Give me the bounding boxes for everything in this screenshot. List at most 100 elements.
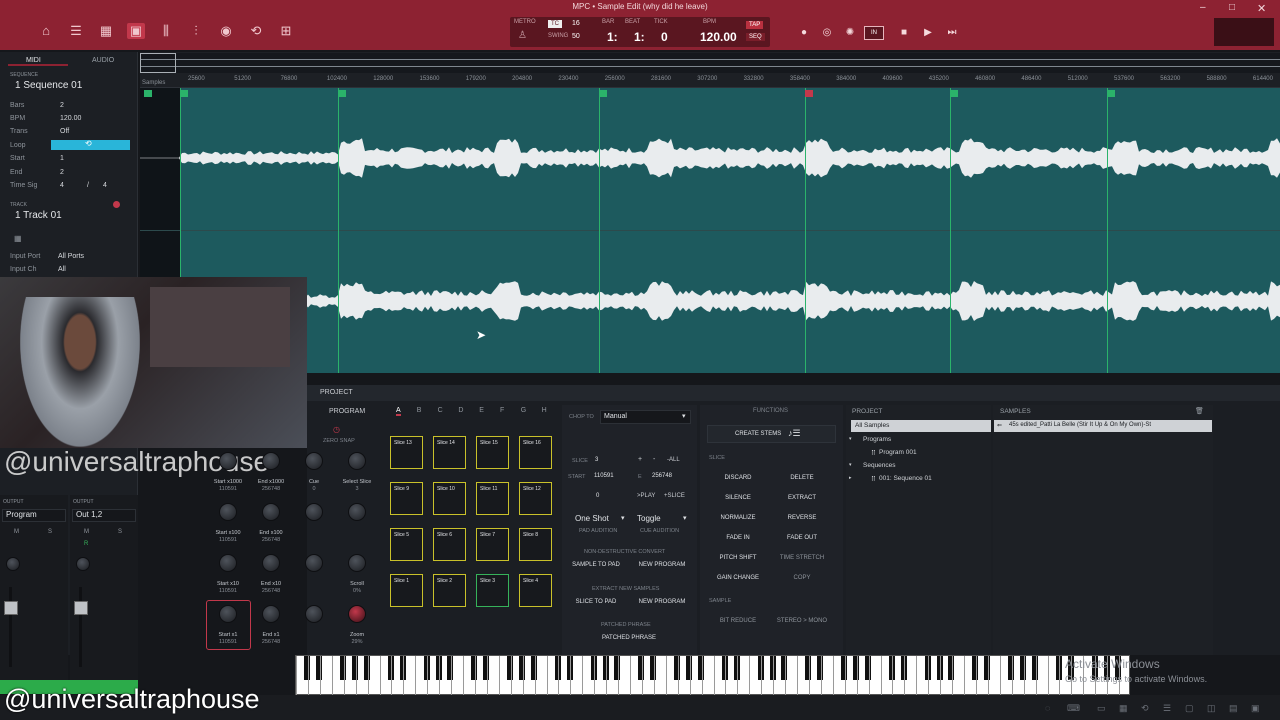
piano-keyboard[interactable] (295, 655, 1130, 696)
mute-button-2[interactable]: M (84, 529, 89, 535)
parameter-knob[interactable] (262, 554, 280, 572)
white-key[interactable] (307, 656, 309, 696)
white-key[interactable] (534, 656, 536, 696)
white-key[interactable] (463, 656, 464, 696)
white-key[interactable] (522, 656, 524, 696)
white-key[interactable] (558, 656, 560, 696)
parameter-knob[interactable] (348, 554, 366, 572)
white-key[interactable] (940, 656, 942, 696)
slice-number[interactable]: 3 (595, 457, 598, 463)
undo-history-icon[interactable]: ⟲ (1141, 703, 1149, 714)
white-key[interactable] (880, 656, 882, 696)
slice-marker-line[interactable] (805, 88, 806, 373)
mute-button-1[interactable]: M (14, 529, 19, 535)
extract-button[interactable]: EXTRACT (772, 491, 832, 505)
record-target-icon[interactable]: ◉ (217, 23, 235, 39)
white-key[interactable] (713, 656, 715, 696)
all-samples-row[interactable]: All Samples (851, 420, 991, 432)
slice-marker-flag[interactable] (338, 90, 346, 97)
copy-button[interactable]: COPY (772, 571, 832, 585)
zero-snap-icon[interactable]: ◷ (333, 425, 340, 434)
slice-marker-line[interactable] (1107, 88, 1108, 373)
output-select-2[interactable]: Out 1,2 (72, 509, 136, 522)
trash-icon[interactable]: 🗑 (1195, 407, 1204, 415)
metronome-icon[interactable]: ♙ (518, 30, 527, 41)
parameter-knob[interactable] (219, 452, 237, 470)
parameter-knob[interactable] (305, 503, 323, 521)
pad[interactable]: Slice 4 (519, 574, 552, 607)
mixer-view-icon[interactable]: ▤ (1229, 703, 1238, 714)
start-marker-flag[interactable] (144, 90, 152, 97)
white-key[interactable] (391, 656, 393, 696)
normalize-button[interactable]: NORMALIZE (708, 511, 768, 525)
white-key[interactable] (427, 656, 429, 696)
overdub-button[interactable]: ◎ (820, 26, 834, 40)
tree-programs[interactable]: Programs (863, 436, 891, 443)
plugin-icon[interactable]: ⊞ (277, 23, 295, 39)
bank-button[interactable]: B (417, 407, 422, 414)
pad[interactable]: Slice 1 (390, 574, 423, 607)
tc-label[interactable]: TC (548, 20, 562, 28)
white-key[interactable] (916, 656, 918, 696)
white-key[interactable] (1047, 656, 1049, 696)
waveform-overview[interactable] (140, 53, 1280, 73)
time-stretch-button[interactable]: TIME STRETCH (772, 551, 832, 565)
white-key[interactable] (820, 656, 822, 696)
play-button[interactable]: ▶ (921, 26, 935, 40)
in-button[interactable]: IN (864, 26, 884, 40)
new-program-button-2[interactable]: NEW PROGRAM (632, 595, 692, 609)
bank-button[interactable]: D (458, 407, 463, 414)
white-key[interactable] (761, 656, 763, 696)
pad[interactable]: Slice 11 (476, 482, 509, 515)
expand-sequence-icon[interactable]: ▸ (849, 475, 852, 481)
gain-change-button[interactable]: GAIN CHANGE (708, 571, 768, 585)
slice-plus-button[interactable]: + (638, 456, 642, 463)
pad[interactable]: Slice 7 (476, 528, 509, 561)
white-key[interactable] (355, 656, 357, 696)
white-key[interactable] (498, 656, 500, 696)
white-key[interactable] (641, 656, 643, 696)
add-slice-button[interactable]: +SLICE (664, 493, 685, 499)
parameter-knob[interactable] (219, 503, 237, 521)
bank-button[interactable]: F (500, 407, 504, 414)
pad[interactable]: Slice 12 (519, 482, 552, 515)
parameter-knob[interactable] (262, 503, 280, 521)
bar-value[interactable]: 1: (607, 30, 618, 44)
pad[interactable]: Slice 16 (519, 436, 552, 469)
minimize-icon[interactable]: – (1200, 2, 1206, 13)
expand-sequences-icon[interactable]: ▾ (849, 462, 852, 468)
volume-fader-1[interactable] (4, 601, 18, 615)
keyboard-icon[interactable]: ⌨ (1067, 703, 1080, 714)
slice-tail-value[interactable]: 0 (596, 493, 599, 499)
slice-marker-flag[interactable] (950, 90, 958, 97)
grid-view-icon[interactable]: ▦ (14, 234, 22, 243)
home-icon[interactable]: ⌂ (37, 23, 55, 39)
white-key[interactable] (379, 656, 381, 696)
sample-list-item[interactable]: ⇐ 45s edited_Patti La Belle (Stir It Up … (994, 420, 1212, 432)
white-key[interactable] (904, 656, 906, 696)
record-arm-2[interactable]: R (84, 541, 88, 547)
input-port-select[interactable]: All Ports (58, 253, 84, 260)
white-key[interactable] (844, 656, 846, 696)
tick-value[interactable]: 0 (661, 30, 668, 44)
white-key[interactable] (331, 656, 333, 696)
parameter-knob[interactable] (305, 452, 323, 470)
white-key[interactable] (999, 656, 1001, 696)
grid-icon[interactable]: ▦ (97, 23, 115, 39)
beat-value[interactable]: 1: (634, 30, 645, 44)
white-key[interactable] (439, 656, 441, 696)
white-key[interactable] (725, 656, 727, 696)
slice-marker-flag[interactable] (805, 90, 813, 97)
channel-strip-icon[interactable]: ⫶ (187, 23, 205, 39)
white-key[interactable] (677, 656, 679, 696)
parameter-knob[interactable] (305, 605, 323, 623)
white-key[interactable] (797, 656, 798, 696)
stop-button[interactable]: ■ (897, 26, 911, 40)
white-key[interactable] (594, 656, 596, 696)
pad[interactable]: Slice 5 (390, 528, 423, 561)
fade-out-button[interactable]: FADE OUT (772, 531, 832, 545)
white-key[interactable] (296, 656, 297, 696)
sequence-name[interactable]: 1 Sequence 01 (15, 80, 82, 91)
tab-audio[interactable]: AUDIO (92, 57, 114, 64)
tree-program-001[interactable]: Program 001 (879, 449, 917, 456)
